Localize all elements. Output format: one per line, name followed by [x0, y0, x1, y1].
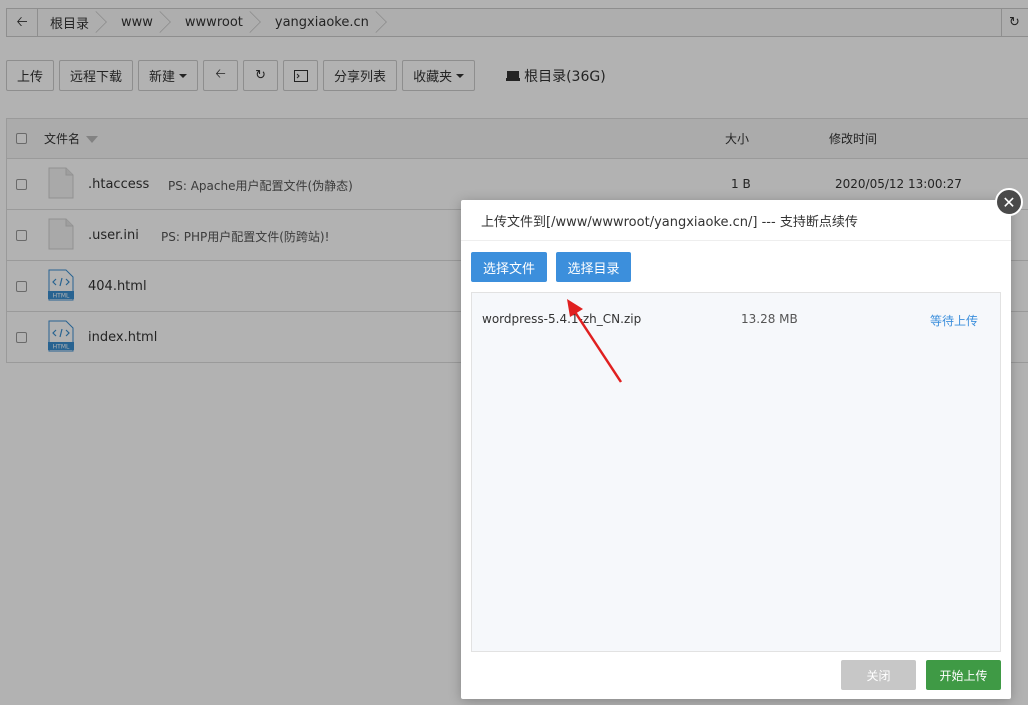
- close-icon[interactable]: ✕: [995, 188, 1023, 216]
- select-file-button[interactable]: 选择文件: [471, 252, 547, 282]
- annotation-arrow-icon: [567, 299, 623, 383]
- dialog-title: 上传文件到[/www/wwwroot/yangxiaoke.cn/] --- 支…: [461, 200, 1011, 241]
- close-button[interactable]: 关闭: [841, 660, 916, 690]
- upload-queue: wordpress-5.4.1-zh_CN.zip 13.28 MB 等待上传: [471, 292, 1001, 652]
- start-upload-button[interactable]: 开始上传: [926, 660, 1001, 690]
- queued-file-status: 等待上传: [930, 314, 979, 328]
- upload-dialog: 上传文件到[/www/wwwroot/yangxiaoke.cn/] --- 支…: [461, 200, 1011, 699]
- queued-file-size: 13.28 MB: [741, 312, 798, 326]
- select-directory-button[interactable]: 选择目录: [556, 252, 631, 282]
